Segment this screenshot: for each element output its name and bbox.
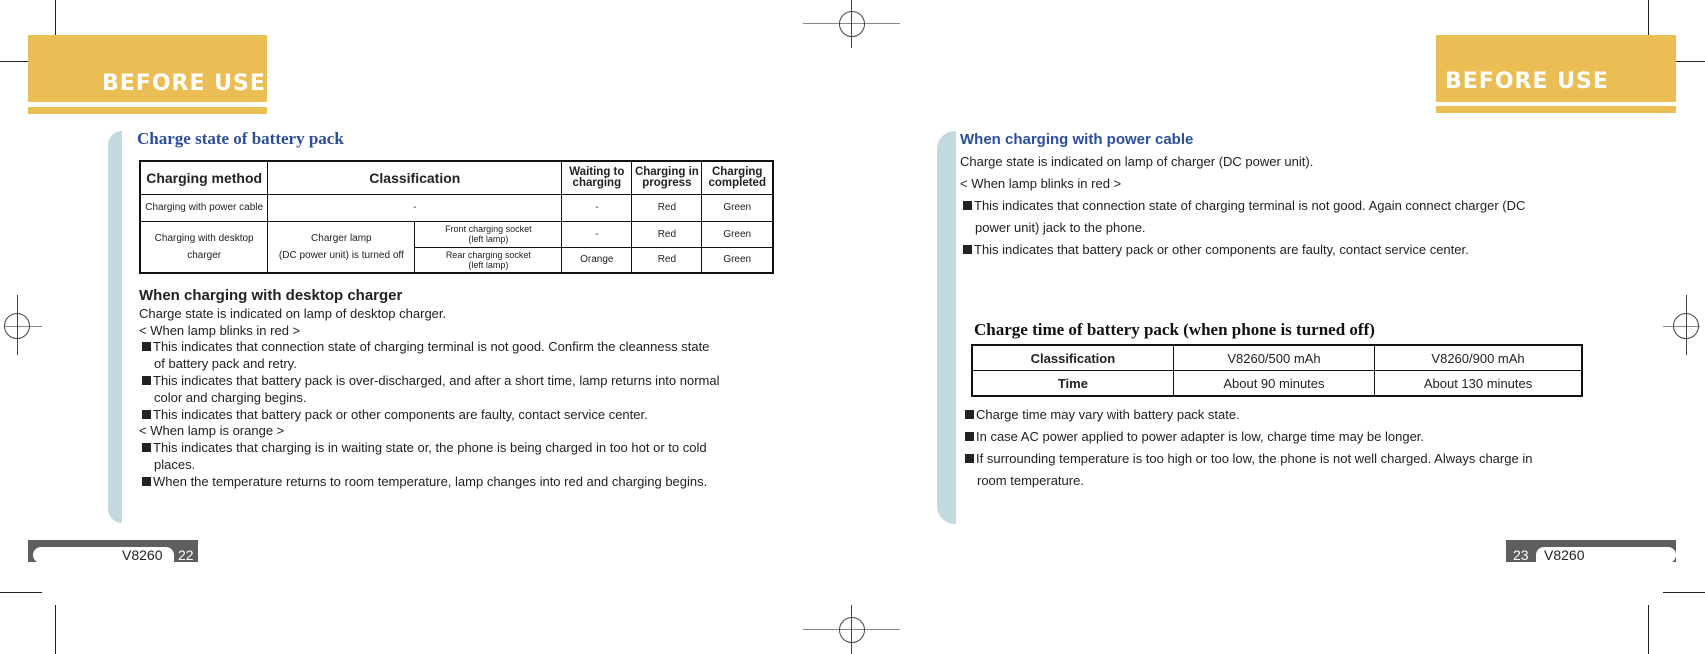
charge-notes: Charge time may vary with battery pack s… — [962, 404, 1532, 492]
table-row: Charging with desktop charger Charger lam… — [139, 220, 774, 274]
page-number: 23 — [1513, 547, 1529, 563]
bullet-icon — [965, 410, 974, 419]
list-item-cont: places. — [154, 456, 196, 472]
table-header-row: Charging method Classification Waiting t… — [139, 160, 774, 195]
cell-classification: - — [267, 193, 563, 222]
list-item-cont: room temperature. — [977, 473, 1084, 488]
header-progress: Charging in progress — [631, 160, 703, 195]
crop-mark — [55, 605, 56, 654]
list-item: In case AC power applied to power adapte… — [962, 426, 1532, 448]
list-item: When the temperature returns to room tem… — [139, 474, 719, 491]
list-item: This indicates that battery pack or othe… — [139, 407, 719, 424]
charge-state-table: Charging method Classification Waiting t… — [139, 160, 774, 274]
footer-model: V8260 — [1544, 547, 1585, 563]
header-waiting: Waiting to charging — [561, 160, 633, 195]
cell-method: Charging with power cable — [139, 193, 269, 222]
bullet-icon — [965, 432, 974, 441]
list-item-cont: power unit) jack to the phone. — [975, 220, 1146, 235]
list-item: This indicates that connection state of … — [960, 195, 1525, 217]
side-tab — [937, 131, 956, 524]
bullet-icon — [142, 476, 151, 486]
list-item-cont: of battery pack and retry. — [154, 356, 297, 372]
bullet-icon — [965, 454, 974, 463]
bullet-icon — [142, 443, 151, 453]
cell-classification: Charger lamp (DC power unit) is turned of… — [267, 220, 416, 274]
list-item: This indicates that battery pack or othe… — [960, 239, 1525, 261]
list-item: This indicates that charging is in waiti… — [139, 440, 719, 457]
cell-900mah: About 130 minutes — [1374, 370, 1583, 397]
header-900mah: V8260/900 mAh — [1374, 344, 1583, 371]
banner-title: BEFORE USE — [1445, 69, 1609, 94]
bullet-icon — [142, 409, 151, 419]
desktop-charger-section: When charging with desktop charger Charg… — [139, 287, 719, 491]
crop-mark — [1663, 592, 1705, 593]
header-charging-method: Charging method — [139, 160, 269, 195]
page-number: 22 — [178, 547, 194, 563]
bullet-icon — [963, 201, 972, 210]
crop-mark — [1648, 605, 1649, 654]
cell-waiting: - — [561, 193, 633, 222]
red-lamp-label: < When lamp blinks in red > — [960, 176, 1122, 191]
cell-waiting: - — [561, 220, 633, 248]
side-tab — [108, 131, 122, 523]
bullet-icon — [963, 245, 972, 254]
red-lamp-label: < When lamp blinks in red > — [139, 322, 301, 338]
power-intro: Charge state is indicated on lamp of cha… — [960, 154, 1314, 169]
list-item-cont: color and charging begins. — [154, 389, 307, 405]
orange-lamp-label: < When lamp is orange > — [139, 423, 285, 439]
cell-completed: Green — [701, 246, 774, 274]
charge-time-table: Classification V8260/500 mAh V8260/900 m… — [971, 344, 1583, 397]
cell-progress: Red — [631, 193, 703, 222]
table-row: Charging with power cable - - Red Green — [139, 193, 774, 222]
banner-stripe — [1436, 106, 1676, 113]
footer-model: V8260 — [122, 547, 163, 563]
cell-progress: Red — [631, 246, 703, 274]
banner-stripe — [28, 107, 267, 114]
cell-sub-rear: Rear charging socket (left lamp) — [414, 246, 563, 274]
list-item: This indicates that connection state of … — [139, 339, 719, 356]
section-title: Charge state of battery pack — [137, 129, 344, 148]
desktop-heading: When charging with desktop charger — [139, 287, 403, 304]
cell-progress: Red — [631, 220, 703, 248]
row-label-time: Time — [971, 370, 1174, 397]
charge-time-title: Charge time of battery pack (when phone … — [974, 320, 1375, 339]
header-classification: Classification — [971, 344, 1174, 371]
cell-completed: Green — [701, 193, 774, 222]
header-completed: Charging completed — [701, 160, 774, 195]
cell-completed: Green — [701, 220, 774, 248]
cell-method: Charging with desktop charger — [139, 220, 269, 274]
table-row: Time About 90 minutes About 130 minutes — [971, 370, 1583, 397]
list-item: This indicates that battery pack is over… — [139, 373, 719, 390]
header-500mah: V8260/500 mAh — [1172, 344, 1376, 371]
power-heading: When charging with power cable — [960, 131, 1194, 148]
bullet-icon — [142, 375, 151, 385]
desktop-intro: Charge state is indicated on lamp of des… — [139, 305, 447, 321]
list-item: Charge time may vary with battery pack s… — [962, 404, 1532, 426]
cell-sub-front: Front charging socket (left lamp) — [414, 220, 563, 248]
cell-500mah: About 90 minutes — [1172, 370, 1376, 397]
table-header-row: Classification V8260/500 mAh V8260/900 m… — [971, 344, 1583, 371]
cell-waiting: Orange — [561, 246, 633, 274]
list-item: If surrounding temperature is too high o… — [962, 448, 1532, 470]
bullet-icon — [142, 342, 151, 352]
header-classification: Classification — [267, 160, 563, 195]
power-cable-section: When charging with power cable Charge st… — [960, 129, 1525, 261]
crop-mark — [0, 592, 42, 593]
banner-title: BEFORE USE — [102, 71, 266, 96]
